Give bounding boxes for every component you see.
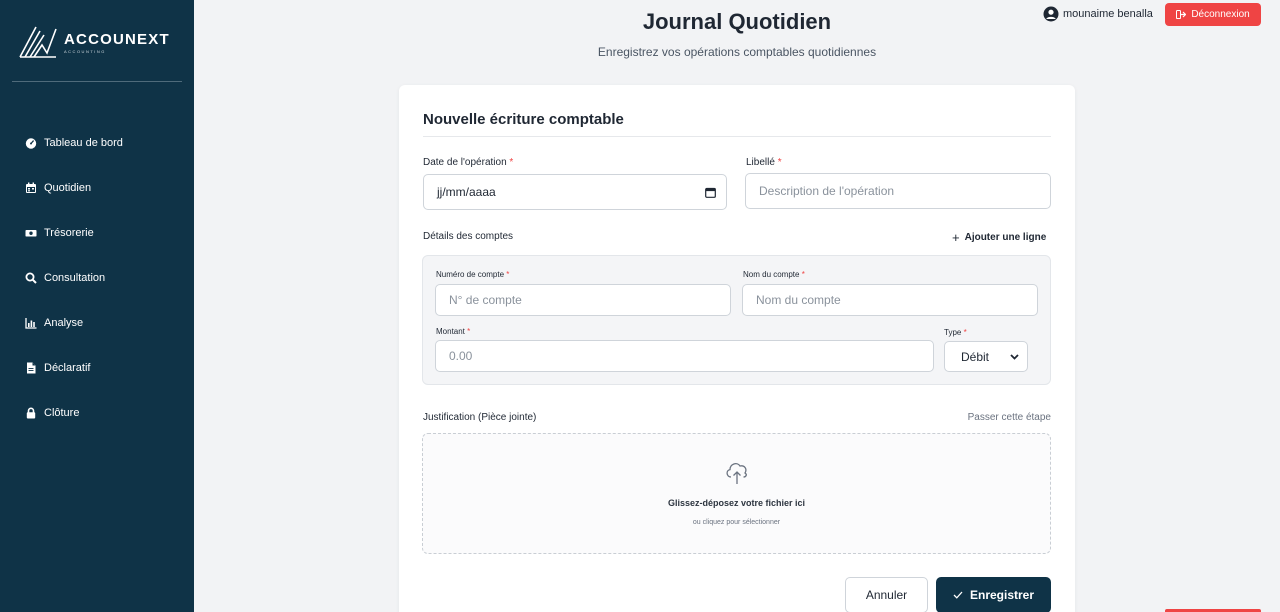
sidebar-item-cloture[interactable]: Clôture [0,390,194,435]
required-mark: * [801,270,805,279]
type-select[interactable]: Débit [944,341,1028,372]
form-divider [423,136,1051,137]
sidebar-item-tresorerie[interactable]: Trésorerie [0,210,194,255]
required-mark: * [777,157,782,168]
skip-step-link[interactable]: Passer cette étape [968,412,1051,423]
required-mark: * [467,327,471,336]
account-number-label: Numéro de compte * [436,270,509,279]
sidebar-item-label: Clôture [44,406,80,419]
brand-name: ACCOUNEXT [64,30,170,48]
account-number-label-text: Numéro de compte [436,270,505,279]
money-bill-icon [25,227,37,239]
logout-button[interactable]: Déconnexion [1165,3,1261,26]
cloud-upload-icon [726,463,747,484]
account-name-input[interactable]: Nom du compte [742,284,1038,316]
sidebar-item-label: Analyse [44,316,84,329]
account-number-input[interactable]: N° de compte [435,284,731,316]
account-name-placeholder: Nom du compte [756,293,841,307]
sidebar-nav: Tableau de bord Quotidien Trésorerie Con… [0,120,194,435]
entry-form-card: Nouvelle écriture comptable Date de l'op… [399,85,1075,612]
calendar-picker-icon[interactable] [705,187,716,198]
gauge-icon [25,137,37,149]
check-icon [953,591,963,599]
brand-mark-icon [19,26,57,58]
plus-icon: + [952,230,960,245]
sidebar-item-declaratif[interactable]: Déclaratif [0,345,194,390]
libelle-input[interactable]: Description de l'opération [745,173,1051,209]
sidebar: ACCOUNEXT ACCOUNTING Tableau de bord Quo… [0,0,194,612]
amount-placeholder: 0.00 [449,349,473,363]
sidebar-item-consultation[interactable]: Consultation [0,255,194,300]
add-line-label: Ajouter une ligne [964,232,1047,243]
required-mark: * [506,270,510,279]
file-icon [25,362,37,374]
account-number-placeholder: N° de compte [449,293,522,307]
dropzone-title: Glissez-déposez votre fichier ici [667,498,806,508]
sidebar-divider [12,81,182,82]
sidebar-item-label: Tableau de bord [44,136,123,149]
libelle-label-text: Libellé [746,157,775,168]
brand-sub: ACCOUNTING [64,48,106,54]
user-menu[interactable]: mounaime benalla [1043,6,1153,22]
sidebar-item-label: Déclaratif [44,361,91,374]
libelle-label: Libellé * [746,157,782,168]
user-circle-icon [1043,6,1059,22]
page-subtitle: Enregistrez vos opérations comptables qu… [597,45,877,59]
sign-out-icon [1176,10,1187,19]
file-dropzone[interactable]: Glissez-déposez votre fichier ici ou cli… [422,433,1051,554]
amount-label-text: Montant [436,327,465,336]
type-label: Type * [944,328,967,337]
sidebar-item-label: Consultation [44,271,106,284]
sidebar-item-label: Trésorerie [44,226,94,239]
date-input[interactable]: jj/mm/aaaa [423,174,727,210]
justification-label: Justification (Pièce jointe) [423,412,537,423]
lock-icon [25,407,37,419]
sidebar-item-analyse[interactable]: Analyse [0,300,194,345]
sidebar-item-label: Quotidien [44,181,92,194]
cancel-button[interactable]: Annuler [845,577,928,612]
type-select-value: Débit [961,349,990,364]
add-line-button[interactable]: + Ajouter une ligne [952,230,1046,245]
sidebar-item-quotidien[interactable]: Quotidien [0,165,194,210]
save-button[interactable]: Enregistrer [936,577,1051,612]
required-mark: * [509,157,514,168]
sidebar-item-tableau-de-bord[interactable]: Tableau de bord [0,120,194,165]
account-name-label: Nom du compte * [743,270,805,279]
account-name-label-text: Nom du compte [743,270,800,279]
save-label: Enregistrer [969,588,1035,602]
logout-label: Déconnexion [1191,9,1250,20]
bar-chart-icon [25,317,37,329]
dropzone-subtitle: ou cliquez pour sélectionner [692,519,781,526]
amount-label: Montant * [436,327,470,336]
type-label-text: Type [944,328,962,337]
libelle-placeholder: Description de l'opération [759,184,895,198]
account-details-label: Détails des comptes [423,231,514,242]
brand-logo[interactable]: ACCOUNEXT ACCOUNTING [18,22,170,62]
required-mark: * [963,328,967,337]
date-input-value: jj/mm/aaaa [437,185,496,199]
date-label: Date de l'opération * [423,157,513,168]
date-label-text: Date de l'opération [423,157,507,168]
calendar-icon [25,182,37,194]
form-title: Nouvelle écriture comptable [423,111,624,128]
search-icon [25,272,37,284]
amount-input[interactable]: 0.00 [435,340,934,372]
user-name: mounaime benalla [1063,8,1153,20]
chevron-down-icon [1010,354,1019,360]
